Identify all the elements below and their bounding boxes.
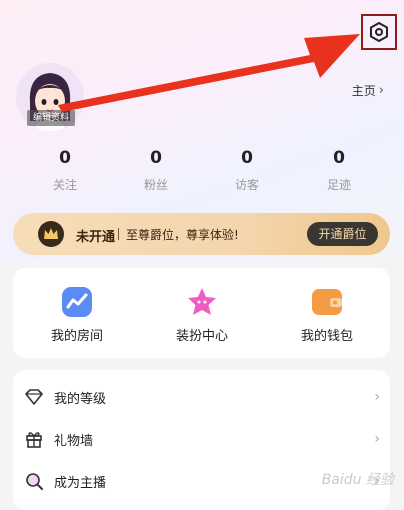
annotation-arrow (58, 34, 360, 112)
watermark-logo: Baidu 经验 (321, 472, 394, 488)
